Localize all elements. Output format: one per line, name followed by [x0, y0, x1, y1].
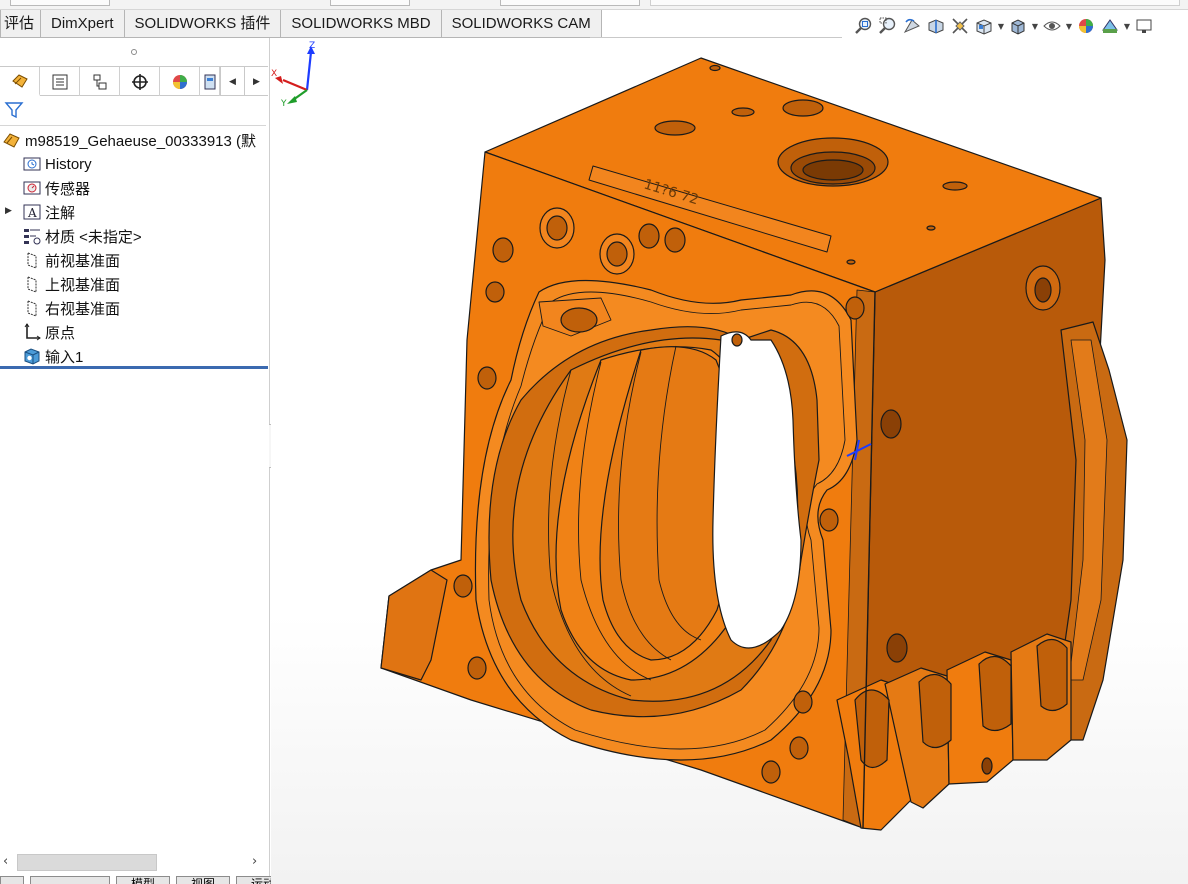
part-model-3d[interactable]: 11?6 72: [271, 40, 1188, 884]
material-icon: [22, 226, 42, 246]
tab-3d-views[interactable]: 视图: [176, 876, 231, 884]
tree-item-front-plane[interactable]: 前视基准面: [0, 248, 268, 272]
view-orientation-icon[interactable]: [972, 14, 996, 38]
tab-strip-filler: [590, 10, 842, 38]
hide-show-items-icon[interactable]: [1040, 14, 1064, 38]
configuration-manager-icon[interactable]: [80, 67, 120, 96]
chevron-down-icon[interactable]: ▼: [996, 14, 1006, 38]
chevron-down-icon[interactable]: ▼: [1064, 14, 1074, 38]
tab-solidworks-cam[interactable]: SOLIDWORKS CAM: [440, 10, 602, 38]
plane-icon: [22, 298, 42, 318]
triad-y-label: Y: [280, 99, 287, 109]
zoom-to-fit-icon[interactable]: [852, 14, 876, 38]
dimxpert-manager-icon[interactable]: [120, 67, 160, 96]
scroll-left-icon[interactable]: ‹: [3, 854, 8, 869]
reference-triad-icon: Z X Y: [271, 41, 315, 109]
title-bar-fragment: [0, 0, 1188, 10]
chevron-down-icon[interactable]: ▼: [1122, 14, 1132, 38]
scroll-right-icon[interactable]: ›: [252, 854, 257, 869]
tree-item-label: 传感器: [45, 180, 91, 198]
edit-appearance-icon[interactable]: [1074, 14, 1098, 38]
scrollbar-thumb[interactable]: [17, 854, 157, 871]
display-manager-icon[interactable]: [160, 67, 200, 96]
tree-item-label: 注解: [45, 204, 76, 222]
history-icon: [22, 154, 42, 174]
tree-item-label: History: [45, 155, 92, 173]
feature-manager-icon[interactable]: [0, 67, 40, 96]
svg-text:A: A: [27, 206, 37, 220]
tree-item-material[interactable]: 材质 <未指定>: [0, 224, 268, 248]
plane-icon: [22, 274, 42, 294]
filter-icon[interactable]: [4, 100, 24, 124]
tab-solidworks-mbd[interactable]: SOLIDWORKS MBD: [280, 10, 442, 38]
tree-root-part[interactable]: m98519_Gehaeuse_00333913 (默: [0, 128, 268, 152]
view-settings-icon[interactable]: [1132, 14, 1156, 38]
apply-scene-icon[interactable]: [1098, 14, 1122, 38]
part-name: m98519_Gehaeuse_00333913 (默: [25, 132, 257, 150]
tree-item-label: 材质 <未指定>: [45, 228, 142, 246]
panel-tab-strip: ◀ ▶: [0, 66, 268, 96]
toolbar-fragment: [330, 0, 410, 6]
tab-model[interactable]: 模型: [116, 876, 171, 884]
tree-item-annotations[interactable]: ▶ A 注解: [0, 200, 268, 224]
tab-solidworks-addins[interactable]: SOLIDWORKS 插件: [123, 10, 282, 38]
expand-arrow-icon[interactable]: ▶: [5, 206, 12, 216]
toolbar-fragment: [500, 0, 640, 6]
horizontal-scrollbar[interactable]: ‹ ›: [0, 852, 268, 872]
plane-icon: [22, 250, 42, 270]
tree-item-history[interactable]: History: [0, 152, 268, 176]
tab-scroll-icon[interactable]: [30, 876, 110, 884]
tree-item-label: 前视基准面: [45, 252, 121, 270]
tree-item-top-plane[interactable]: 上视基准面: [0, 272, 268, 296]
cam-manager-icon[interactable]: [200, 67, 220, 96]
property-manager-icon[interactable]: [40, 67, 80, 96]
command-manager-tabs: 评估 DimXpert SOLIDWORKS 插件 SOLIDWORKS MBD…: [0, 10, 602, 38]
tree-item-label: 原点: [45, 324, 76, 342]
tab-evaluate[interactable]: 评估: [0, 10, 42, 38]
rollback-bar[interactable]: [0, 366, 268, 369]
feature-tree: m98519_Gehaeuse_00333913 (默 History 传感器 …: [0, 128, 268, 368]
imported-body-icon: [22, 346, 42, 366]
toolbar-fragment: [10, 0, 110, 6]
graphics-area[interactable]: 11?6 72 Z X Y: [271, 40, 1188, 884]
display-style-icon[interactable]: [1006, 14, 1030, 38]
tree-item-label: 上视基准面: [45, 276, 121, 294]
tree-item-sensors[interactable]: 传感器: [0, 176, 268, 200]
dynamic-annotation-icon[interactable]: [948, 14, 972, 38]
tab-scroll-icon[interactable]: [0, 876, 24, 884]
tree-item-import1[interactable]: 输入1: [0, 344, 268, 368]
annotations-icon: A: [22, 202, 42, 222]
section-view-icon[interactable]: [924, 14, 948, 38]
scroll-left-icon[interactable]: ◀: [220, 67, 244, 96]
tree-item-label: 输入1: [45, 348, 84, 366]
tree-filter-bar[interactable]: [0, 96, 266, 126]
triad-x-label: X: [271, 69, 277, 79]
tree-item-label: 右视基准面: [45, 300, 121, 318]
origin-icon: [22, 322, 42, 342]
feature-manager-panel: ◀ ▶ m98519_Gehaeuse_00333913 (默 History …: [0, 38, 270, 884]
tab-dimxpert[interactable]: DimXpert: [40, 10, 125, 38]
chevron-down-icon[interactable]: ▼: [1030, 14, 1040, 38]
part-icon: [2, 130, 22, 150]
triad-z-label: Z: [309, 41, 315, 51]
sensor-icon: [22, 178, 42, 198]
zoom-to-area-icon[interactable]: [876, 14, 900, 38]
heads-up-view-toolbar: ▼ ▼ ▼ ▼: [852, 12, 1156, 40]
panel-grip[interactable]: [0, 38, 268, 66]
toolbar-fragment: [650, 0, 1180, 6]
tree-item-right-plane[interactable]: 右视基准面: [0, 296, 268, 320]
scroll-right-icon[interactable]: ▶: [244, 67, 268, 96]
tree-item-origin[interactable]: 原点: [0, 320, 268, 344]
previous-view-icon[interactable]: [900, 14, 924, 38]
